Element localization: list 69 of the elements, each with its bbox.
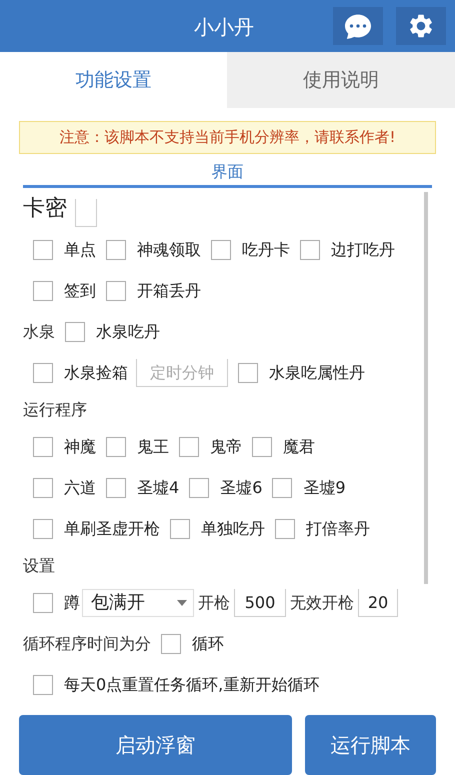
checkbox-label[interactable]: 水泉捡箱 [64,360,128,384]
section-heading: 卡密 [23,195,67,223]
checkbox-label[interactable]: 鬼王 [137,434,169,458]
warning-banner: 注意：该脚本不支持当前手机分辨率，请联系作者! [19,120,436,154]
caret-icon [177,600,187,606]
checkbox[interactable] [33,436,53,456]
field-label: 运行程序 [23,398,87,420]
scrollbar[interactable] [424,192,428,584]
checkbox[interactable] [272,478,292,498]
checkbox[interactable] [179,436,199,456]
checkbox-label[interactable]: 神魂领取 [137,238,201,262]
app-title: 小小丹 [194,14,254,41]
checkbox[interactable] [252,436,272,456]
checkbox[interactable] [33,280,53,300]
input-field[interactable]: 定时分钟 [136,358,228,386]
checkbox-label[interactable]: 单刷圣虚开枪 [64,516,160,540]
checkbox-label[interactable]: 六道 [64,476,96,500]
checkbox[interactable] [189,478,210,498]
checkbox[interactable] [33,240,53,260]
checkbox-label[interactable]: 单独吃丹 [201,516,265,540]
checkbox[interactable] [161,634,181,654]
checkbox[interactable] [33,478,53,498]
checkbox[interactable] [65,322,85,342]
action-button[interactable]: 启动浮窗 [19,715,292,775]
checkbox[interactable] [275,518,295,538]
checkbox-label[interactable]: 神魔 [64,434,96,458]
checkbox-label[interactable]: 蹲 [64,590,80,614]
checkbox[interactable] [33,518,53,538]
action-button[interactable]: 运行脚本 [305,715,436,775]
tab[interactable]: 使用说明 [227,52,455,108]
section-title: 界面 [212,161,244,184]
checkbox-label[interactable]: 循环 [192,632,224,656]
checkbox-label[interactable]: 圣墟4 [137,476,180,500]
checkbox[interactable] [106,436,126,456]
field-label: 设置 [23,554,55,576]
checkbox[interactable] [33,592,53,612]
checkbox[interactable] [211,240,231,260]
settings-button[interactable] [396,6,446,45]
checkbox[interactable] [106,240,126,260]
field-label: 循环程序时间为分 [23,632,151,654]
input-field[interactable] [75,199,97,227]
checkbox-label[interactable]: 魔君 [283,434,315,458]
checkbox[interactable] [106,280,126,300]
checkbox[interactable] [300,240,320,260]
checkbox-label[interactable]: 边打吃丹 [331,238,395,262]
checkbox-label[interactable]: 单点 [64,238,96,262]
checkbox-label[interactable]: 每天0点重置任务循环,重新开始循环 [64,672,320,696]
field-label: 无效开枪 [290,592,354,614]
checkbox-label[interactable]: 打倍率丹 [306,516,370,540]
checkbox-label[interactable]: 开箱丢丹 [137,278,201,302]
checkbox[interactable] [106,478,126,498]
field-label: 水泉 [23,320,55,342]
checkbox[interactable] [33,362,53,382]
checkbox-label[interactable]: 鬼帝 [210,434,242,458]
checkbox-label[interactable]: 水泉吃属性丹 [269,360,365,384]
field-label: 开枪 [198,592,230,614]
checkbox-label[interactable]: 吃丹卡 [242,238,290,262]
chat-button[interactable] [333,6,383,45]
checkbox-label[interactable]: 水泉吃丹 [96,320,160,344]
checkbox[interactable] [170,518,190,538]
checkbox-label[interactable]: 圣墟9 [303,476,346,500]
dropdown[interactable]: 包满开 [82,588,194,616]
chat-icon [345,12,371,39]
input-field[interactable]: 500 [234,588,286,616]
checkbox[interactable] [238,362,258,382]
input-field[interactable]: 20 [358,588,398,616]
checkbox-label[interactable]: 圣墟6 [220,476,262,500]
checkbox-label[interactable]: 签到 [64,278,96,302]
checkbox[interactable] [33,674,53,694]
